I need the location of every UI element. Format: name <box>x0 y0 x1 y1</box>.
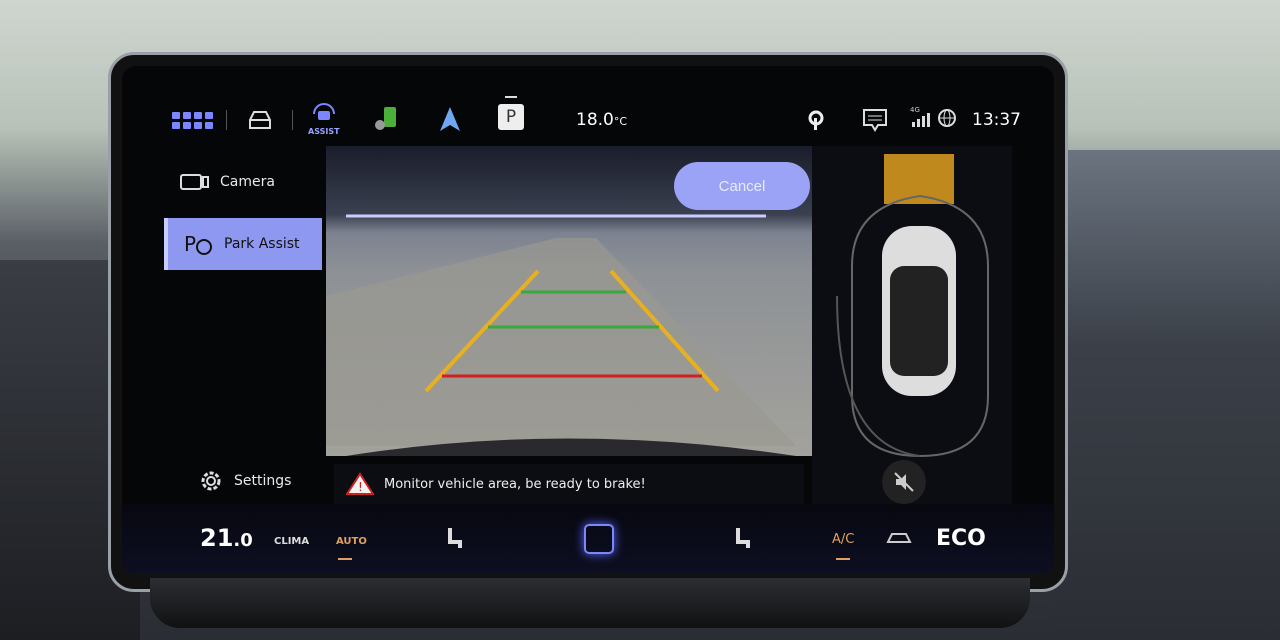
ac-indicator <box>836 558 850 560</box>
bottom-trim <box>150 578 1030 628</box>
assist-button[interactable]: ASSIST <box>308 102 340 136</box>
message-icon[interactable] <box>862 108 888 132</box>
seat-heating-left-icon[interactable] <box>442 526 464 552</box>
seat-heating-right-icon[interactable] <box>732 526 754 552</box>
driver-temperature[interactable]: 21.0 <box>200 524 253 552</box>
infotainment-screen: ASSIST P 18.0°C 4G 13:37 Camera P Park A… <box>122 66 1054 574</box>
cancel-button[interactable]: Cancel <box>674 162 810 210</box>
assist-icon <box>312 103 335 120</box>
sidebar-item-camera[interactable]: Camera <box>180 172 275 192</box>
globe-icon <box>938 109 956 127</box>
speaker-muted-icon <box>894 472 914 492</box>
wireless-charging-icon[interactable] <box>806 108 826 132</box>
climate-bar: 21.0 CLIMA AUTO A/C ECO <box>122 504 1054 574</box>
defrost-button[interactable] <box>584 524 614 554</box>
gear-icon <box>201 471 221 491</box>
dashboard-right <box>1050 150 1280 640</box>
ac-button[interactable]: A/C <box>832 532 854 547</box>
sidebar-item-park-assist[interactable]: P Park Assist <box>164 218 322 270</box>
sidebar-item-settings[interactable]: Settings <box>198 468 291 494</box>
clima-button[interactable]: CLIMA <box>274 536 309 547</box>
divider <box>292 110 293 130</box>
svg-text:!: ! <box>358 480 363 494</box>
camera-icon <box>180 174 209 190</box>
svg-text:P: P <box>184 232 196 256</box>
eco-button[interactable]: ECO <box>936 526 986 551</box>
status-bar: ASSIST P 18.0°C 4G 13:37 <box>122 96 1054 138</box>
park-assist-icon: P <box>184 232 212 256</box>
park-gear-indicator: P <box>498 96 524 130</box>
apps-grid-icon[interactable] <box>172 112 213 129</box>
navigation-arrow-icon[interactable] <box>438 106 462 132</box>
vehicle-top-view <box>836 154 989 458</box>
divider <box>226 110 227 130</box>
auto-button[interactable]: AUTO <box>336 536 367 547</box>
parking-sensor-panel <box>812 146 1012 506</box>
mute-sensor-button[interactable] <box>882 460 926 504</box>
battery-charging-icon[interactable] <box>372 104 402 132</box>
auto-indicator <box>338 558 352 560</box>
signal-icon <box>912 113 930 127</box>
warning-banner: ! Monitor vehicle area, be ready to brak… <box>334 464 804 504</box>
outside-temperature: 18.0°C <box>576 110 628 130</box>
car-icon[interactable] <box>246 108 274 130</box>
warning-icon: ! <box>346 472 374 495</box>
air-recirculation-icon[interactable] <box>886 530 912 546</box>
clock: 13:37 <box>972 110 1021 130</box>
